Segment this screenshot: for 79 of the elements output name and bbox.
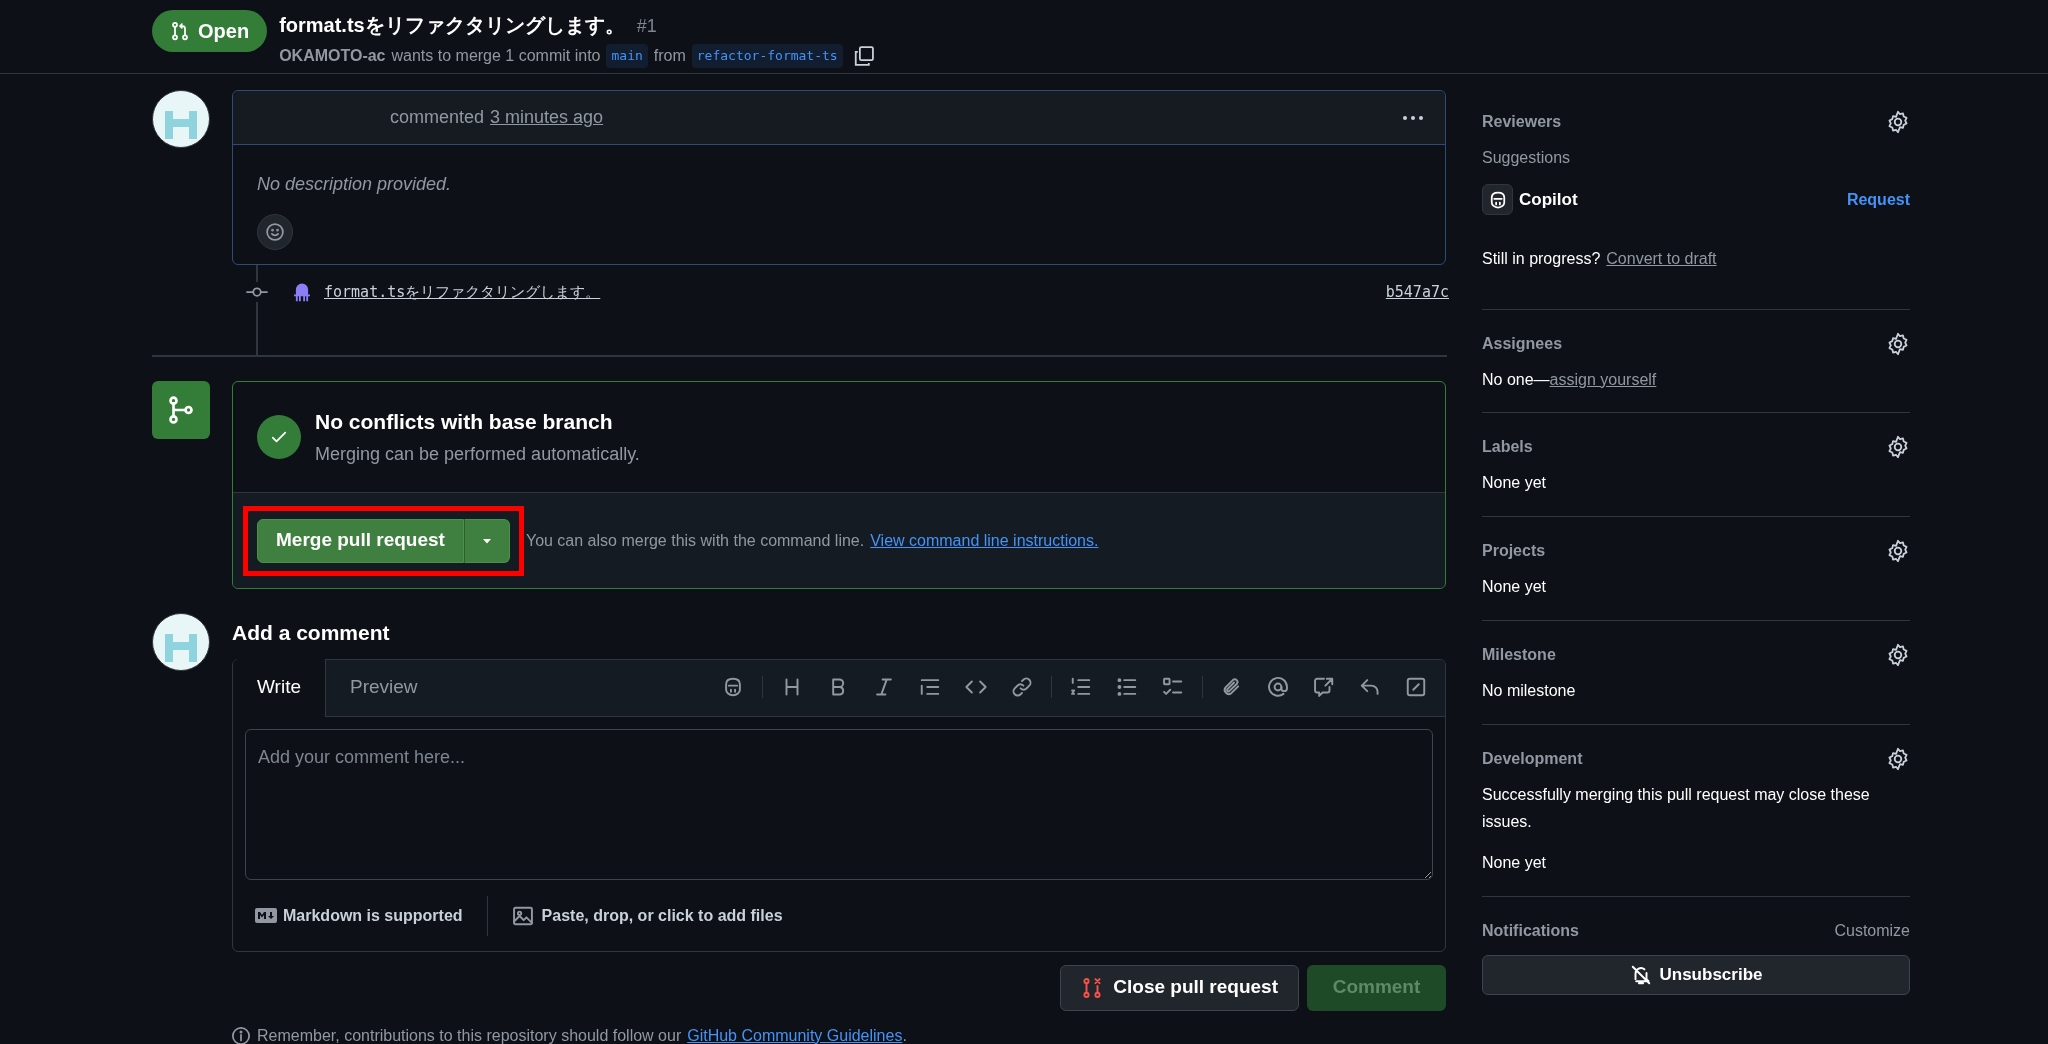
fullscreen-icon[interactable]: [1405, 676, 1427, 698]
task-list-icon[interactable]: [1162, 676, 1184, 698]
pr-number: #1: [636, 15, 657, 38]
bulleted-list-icon[interactable]: [1116, 676, 1138, 698]
italic-icon[interactable]: [873, 676, 895, 698]
sidebar-section-text: Successfully merging this pull request may close these issues.: [1482, 785, 1871, 832]
sidebar-section-text: None yet: [1482, 577, 1548, 597]
open-status-badge: Open: [152, 10, 268, 52]
attach-files-link[interactable]: Paste, drop, or click to add files: [511, 903, 783, 928]
sidebar-section-text: None yet: [1482, 473, 1548, 493]
markdown-icon: [255, 908, 277, 923]
reply-icon[interactable]: [1359, 676, 1381, 698]
author-link[interactable]: OKAMOTO-ac: [279, 44, 386, 68]
bell-slash-icon: [1629, 964, 1652, 986]
head-branch-label[interactable]: refactor-format-ts: [691, 44, 843, 68]
smiley-icon: [265, 222, 285, 242]
draft-prompt: Still in progress?: [1482, 249, 1601, 269]
merge-hint: You can also merge this with the command line.: [525, 530, 865, 551]
merge-pull-request-button[interactable]: Merge pull request: [257, 518, 464, 563]
footnote-text: Remember, contributions to this repository should follow our: [257, 1025, 682, 1044]
settings-icon[interactable]: [1886, 643, 1910, 667]
sidebar-section-title: Notifications: [1482, 921, 1579, 941]
sidebar-section-text: None yet: [1482, 853, 1548, 873]
image-icon: [511, 904, 534, 927]
caret-down-icon: [480, 536, 493, 545]
copy-icon[interactable]: [852, 45, 875, 67]
cross-reference-icon[interactable]: [1313, 676, 1335, 698]
comment-input[interactable]: Add your comment here...: [245, 728, 1433, 880]
sidebar-section-title: Development: [1482, 749, 1583, 769]
from-text: from: [653, 46, 686, 66]
assignees-value: No one—: [1482, 370, 1550, 390]
sidebar-section-text: No milestone: [1482, 681, 1577, 701]
settings-icon[interactable]: [1886, 332, 1910, 356]
merge-status-subtitle: Merging can be performed automatically.: [315, 443, 640, 467]
customize-link[interactable]: Customize: [1834, 919, 1910, 943]
settings-icon[interactable]: [1886, 110, 1910, 134]
settings-icon[interactable]: [1886, 539, 1910, 563]
merge-status-title: No conflicts with base branch: [315, 408, 614, 435]
base-branch-label[interactable]: main: [606, 44, 648, 68]
markdown-supported-link[interactable]: Markdown is supported: [255, 895, 488, 936]
footnote-period: .: [902, 1025, 907, 1044]
settings-icon[interactable]: [1886, 435, 1910, 459]
convert-to-draft-link[interactable]: Convert to draft: [1606, 247, 1717, 271]
copilot-icon[interactable]: [722, 676, 744, 698]
editor-tab[interactable]: Write: [233, 658, 326, 717]
sidebar-section-title: Labels: [1482, 437, 1533, 457]
commit-message-link[interactable]: format.tsをリファクタリングします。: [324, 281, 601, 304]
comment-action: commented: [390, 106, 485, 129]
reviewer-name: Copilot: [1519, 188, 1578, 211]
quote-icon[interactable]: [919, 676, 941, 698]
command-line-instructions-link[interactable]: View command line instructions.: [870, 528, 1099, 553]
suggestions-label: Suggestions: [1482, 148, 1572, 168]
sidebar-section-title: Projects: [1482, 541, 1546, 561]
add-comment-heading: Add a comment: [232, 620, 391, 646]
add-reaction-button[interactable]: [257, 214, 293, 250]
branch-icon: [166, 395, 196, 425]
settings-icon[interactable]: [1886, 747, 1910, 771]
octocat-avatar-icon: [292, 281, 312, 304]
editor-tab[interactable]: Preview: [326, 658, 442, 716]
sidebar-section-title: Assignees: [1482, 334, 1563, 354]
unsubscribe-button[interactable]: Unsubscribe: [1482, 955, 1910, 995]
sidebar-section-title: Reviewers: [1482, 112, 1562, 132]
close-pull-request-button[interactable]: Close pull request: [1060, 964, 1299, 1011]
merge-options-dropdown-button[interactable]: [463, 518, 510, 563]
community-guidelines-link[interactable]: GitHub Community Guidelines: [687, 1023, 903, 1044]
more-options-icon[interactable]: [1401, 113, 1425, 122]
mention-icon[interactable]: [1267, 676, 1289, 698]
assign-yourself-link[interactable]: assign yourself: [1549, 368, 1657, 392]
merge-description: wants to merge 1 commit into: [391, 46, 601, 66]
pull-request-icon: [170, 21, 190, 41]
pr-title: format.tsをリファクタリングします。: [279, 13, 625, 38]
commit-sha-link[interactable]: b547a7c: [1385, 281, 1449, 304]
comment-timestamp-link[interactable]: 3 minutes ago: [490, 104, 604, 131]
link-icon[interactable]: [1011, 676, 1033, 698]
info-icon: [231, 1025, 251, 1044]
sidebar-section-title: Milestone: [1482, 645, 1556, 665]
numbered-list-icon[interactable]: [1070, 676, 1092, 698]
request-review-link[interactable]: Request: [1846, 187, 1910, 212]
comment-body: No description provided.: [257, 173, 453, 196]
